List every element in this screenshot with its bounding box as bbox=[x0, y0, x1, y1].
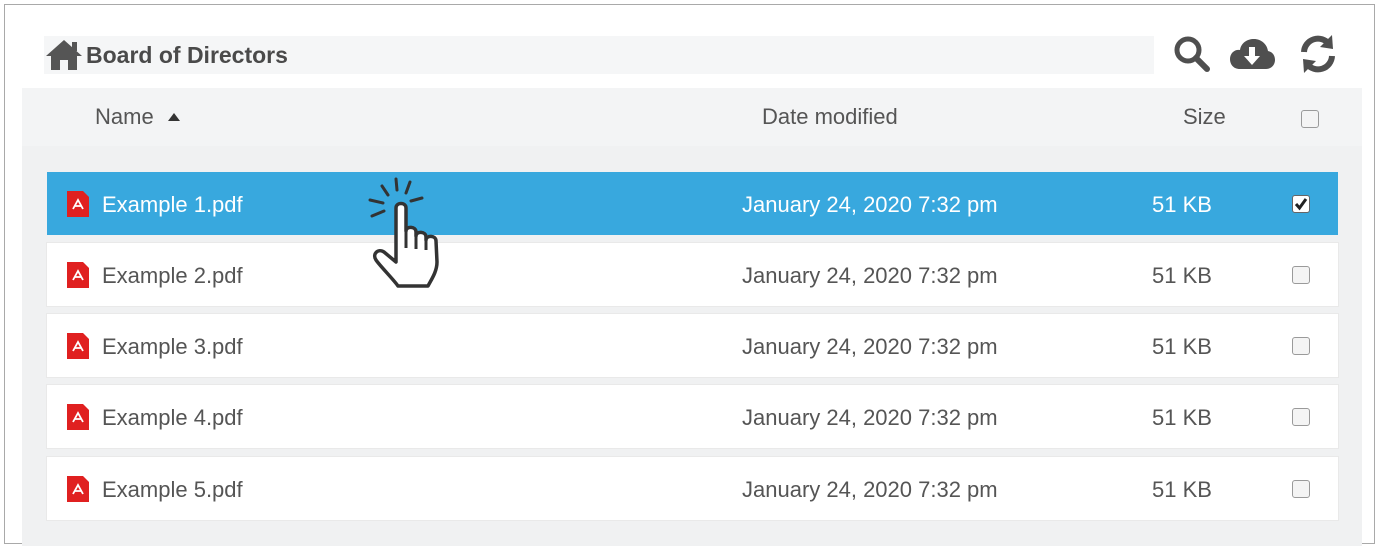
home-icon[interactable] bbox=[44, 38, 84, 72]
search-icon bbox=[1174, 36, 1210, 72]
column-header-date[interactable]: Date modified bbox=[762, 104, 898, 130]
file-name: Example 2.pdf bbox=[102, 263, 243, 288]
file-date: January 24, 2020 7:32 pm bbox=[742, 263, 998, 288]
file-name: Example 3.pdf bbox=[102, 334, 243, 359]
column-header-name[interactable]: Name bbox=[95, 104, 180, 130]
file-size: 51 KB bbox=[1152, 405, 1212, 430]
row-checkbox[interactable] bbox=[1292, 408, 1310, 426]
download-button[interactable] bbox=[1228, 30, 1276, 78]
breadcrumb-title[interactable]: Board of Directors bbox=[86, 42, 288, 69]
file-date: January 24, 2020 7:32 pm bbox=[742, 334, 998, 359]
file-name: Example 1.pdf bbox=[102, 192, 243, 217]
row-checkbox[interactable] bbox=[1292, 480, 1310, 498]
pdf-file-icon bbox=[67, 404, 89, 430]
sort-ascending-icon bbox=[167, 113, 180, 121]
column-name-label: Name bbox=[95, 104, 154, 129]
pdf-file-icon bbox=[67, 333, 89, 359]
table-row[interactable]: Example 3.pdf January 24, 2020 7:32 pm 5… bbox=[47, 314, 1338, 377]
file-size: 51 KB bbox=[1152, 477, 1212, 502]
file-date: January 24, 2020 7:32 pm bbox=[742, 477, 998, 502]
pdf-file-icon bbox=[67, 262, 89, 288]
table-row[interactable]: Example 4.pdf January 24, 2020 7:32 pm 5… bbox=[47, 385, 1338, 448]
checkmark-icon bbox=[1294, 198, 1308, 211]
breadcrumb: Board of Directors bbox=[44, 36, 1154, 74]
pdf-file-icon bbox=[67, 476, 89, 502]
search-button[interactable] bbox=[1168, 30, 1216, 78]
row-checkbox[interactable] bbox=[1292, 195, 1310, 213]
table-row[interactable]: Example 1.pdf January 24, 2020 7:32 pm 5… bbox=[47, 172, 1338, 235]
file-size: 51 KB bbox=[1152, 334, 1212, 359]
table-row[interactable]: Example 5.pdf January 24, 2020 7:32 pm 5… bbox=[47, 457, 1338, 520]
select-all-checkbox[interactable] bbox=[1301, 110, 1319, 128]
file-name: Example 5.pdf bbox=[102, 477, 243, 502]
file-list: Example 1.pdf January 24, 2020 7:32 pm 5… bbox=[47, 172, 1338, 542]
file-size: 51 KB bbox=[1152, 263, 1212, 288]
toolbar: Board of Directors bbox=[22, 30, 1362, 86]
column-header-size[interactable]: Size bbox=[1183, 104, 1226, 130]
table-row[interactable]: Example 2.pdf January 24, 2020 7:32 pm 5… bbox=[47, 243, 1338, 306]
refresh-icon bbox=[1301, 35, 1335, 73]
refresh-button[interactable] bbox=[1294, 30, 1342, 78]
table-header: Name Date modified Size bbox=[22, 88, 1362, 146]
file-size: 51 KB bbox=[1152, 192, 1212, 217]
row-checkbox[interactable] bbox=[1292, 337, 1310, 355]
file-date: January 24, 2020 7:32 pm bbox=[742, 405, 998, 430]
row-checkbox[interactable] bbox=[1292, 266, 1310, 284]
pdf-file-icon bbox=[67, 191, 89, 217]
file-name: Example 4.pdf bbox=[102, 405, 243, 430]
file-date: January 24, 2020 7:32 pm bbox=[742, 192, 998, 217]
cloud-download-icon bbox=[1230, 39, 1275, 69]
